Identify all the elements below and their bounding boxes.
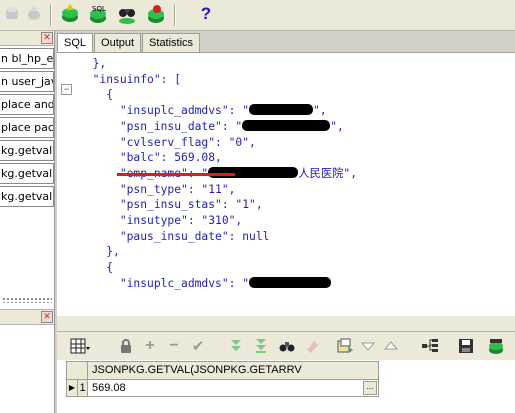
database-icon[interactable] bbox=[485, 335, 507, 357]
grid-layout-icon[interactable] bbox=[69, 335, 91, 357]
lock-icon[interactable] bbox=[115, 335, 137, 357]
history-item[interactable]: kg.getval(js bbox=[0, 163, 54, 184]
last-page-icon[interactable] bbox=[250, 335, 272, 357]
add-row-icon[interactable]: + bbox=[139, 335, 161, 357]
history-item[interactable]: place and c bbox=[0, 94, 54, 115]
history-item[interactable]: place pack bbox=[0, 117, 54, 138]
refresh-icon[interactable] bbox=[144, 2, 168, 26]
code-line: { bbox=[106, 261, 114, 275]
code-line: "psn_insu_date": " ", bbox=[119, 119, 344, 133]
code-line: "paus_insu_date": null bbox=[119, 229, 270, 243]
left-panel: ✕ n bl_hp_ent n user_java place and c pl… bbox=[0, 31, 55, 413]
editor-splitter[interactable] bbox=[57, 315, 515, 332]
history-item[interactable]: kg.getval(js bbox=[0, 186, 54, 207]
chevron-down-icon[interactable] bbox=[357, 335, 379, 357]
close-icon[interactable]: ✕ bbox=[41, 32, 53, 44]
tree-view-icon[interactable] bbox=[419, 335, 441, 357]
sql-window-icon[interactable]: SQL bbox=[86, 2, 110, 26]
redaction-mark bbox=[249, 104, 314, 116]
help-icon[interactable]: ? bbox=[194, 2, 218, 26]
svg-text:SQL: SQL bbox=[92, 5, 106, 13]
redaction-mark bbox=[242, 119, 331, 131]
main-toolbar: SQL ? bbox=[0, 0, 515, 31]
commit-icon[interactable] bbox=[22, 2, 46, 26]
binoculars-icon[interactable] bbox=[276, 335, 298, 357]
highlight-underline bbox=[117, 173, 235, 176]
save-icon[interactable] bbox=[455, 335, 477, 357]
post-icon[interactable]: ✔ bbox=[187, 335, 209, 357]
history-item[interactable]: kg.getval('{ bbox=[0, 140, 54, 161]
delete-row-icon[interactable]: − bbox=[163, 335, 185, 357]
code-line: { bbox=[106, 88, 114, 102]
chevron-up-icon[interactable] bbox=[380, 335, 402, 357]
column-header[interactable]: JSONPKG.GETVAL(JSONPKG.GETARRV bbox=[87, 361, 379, 380]
code-line: "insutype": "310", bbox=[119, 214, 243, 228]
code-line: "balc": 569.08, bbox=[119, 151, 222, 165]
next-page-icon[interactable] bbox=[225, 335, 247, 357]
code-line: }, bbox=[92, 57, 107, 70]
code-line: "insuplc_admdvs": " ", bbox=[119, 104, 327, 118]
eraser-icon[interactable] bbox=[301, 335, 323, 357]
code-line: "insuplc_admdvs": " bbox=[79, 276, 332, 290]
table-cell[interactable]: 569.08 bbox=[87, 379, 379, 397]
editor-tabs: SQL Output Statistics bbox=[57, 33, 201, 53]
cell-ellipsis-button[interactable]: ... bbox=[363, 381, 377, 395]
result-grid-toolbar: + − ✔ bbox=[57, 331, 515, 361]
code-line: "insuinfo": [ bbox=[92, 72, 182, 86]
find-icon[interactable] bbox=[115, 2, 139, 26]
code-line: "psn_type": "11", bbox=[119, 182, 236, 196]
export-icon[interactable] bbox=[333, 335, 355, 357]
result-grid: JSONPKG.GETVAL(JSONPKG.GETARRV ▶ 1 569.0… bbox=[57, 360, 515, 413]
close-icon[interactable]: ✕ bbox=[41, 311, 53, 323]
rollback-icon[interactable] bbox=[0, 2, 24, 26]
splitter-grip[interactable] bbox=[2, 297, 52, 303]
tab-sql[interactable]: SQL bbox=[57, 33, 94, 53]
code-line: "cvlserv_flag": "0", bbox=[119, 135, 256, 149]
redaction-mark bbox=[249, 276, 332, 288]
tab-output[interactable]: Output bbox=[94, 33, 142, 52]
execute-icon[interactable] bbox=[58, 2, 82, 26]
tab-statistics[interactable]: Statistics bbox=[142, 33, 201, 52]
sql-editor[interactable]: − }, "insuinfo": [ { "insuplc_admdvs": "… bbox=[57, 52, 515, 316]
left-panel-header: ✕ bbox=[0, 31, 54, 46]
history-item[interactable]: n bl_hp_ent bbox=[0, 48, 54, 69]
code-line: }, bbox=[106, 245, 120, 259]
grid-corner[interactable] bbox=[66, 361, 88, 380]
left-panel-header-2: ✕ bbox=[0, 309, 54, 325]
fold-toggle-icon[interactable]: − bbox=[61, 84, 72, 95]
history-item[interactable]: n user_java bbox=[0, 71, 54, 92]
code-line: "psn_insu_stas": "1", bbox=[119, 198, 263, 212]
